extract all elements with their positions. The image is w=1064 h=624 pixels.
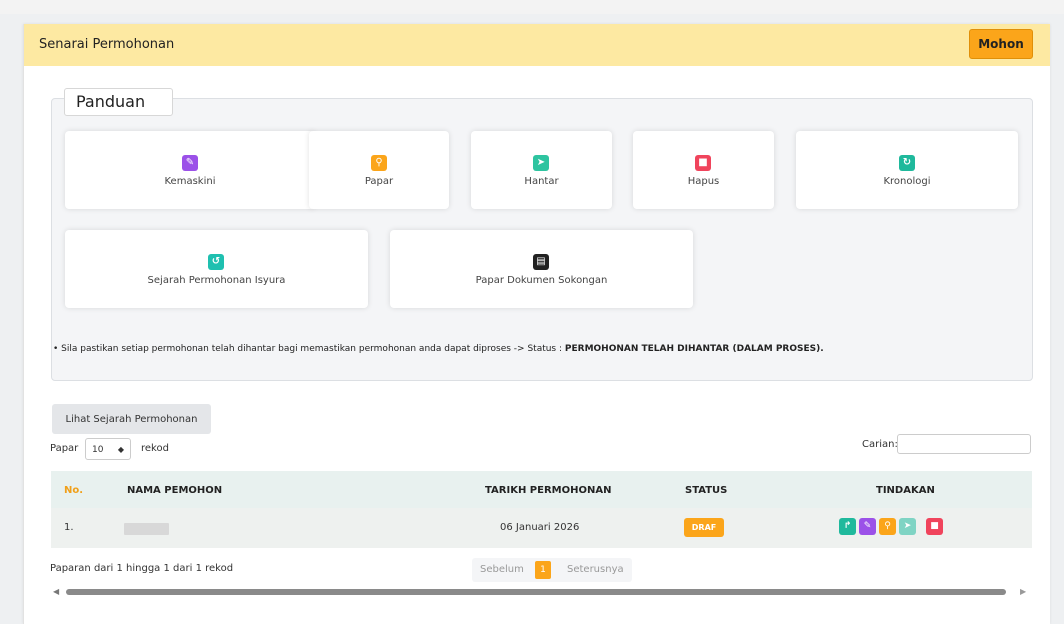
guide-item-label: Hapus	[687, 176, 720, 187]
guide-legend-label: Panduan	[76, 92, 146, 111]
pagination-previous[interactable]: Sebelum	[480, 564, 524, 575]
guide-item-label: Kronologi	[883, 176, 931, 187]
guide-item-history: ↺ Sejarah Permohonan Isyura	[65, 230, 368, 308]
scroll-left-icon[interactable]: ◀	[53, 587, 59, 596]
edit-action-icon[interactable]: ✎	[859, 518, 876, 535]
search-input[interactable]	[897, 434, 1031, 454]
search-icon: ⚲	[371, 155, 387, 171]
search-label: Carian:	[862, 439, 898, 450]
guide-item-delete: ■ Hapus	[633, 131, 774, 209]
document-icon: ▤	[533, 254, 549, 270]
guide-item-send: ➤ Hantar	[471, 131, 612, 209]
guide-item-label: Sejarah Permohonan Isyura	[147, 275, 286, 286]
guide-note-status: PERMOHONAN TELAH DIHANTAR (DALAM PROSES)…	[564, 344, 824, 354]
guide-item-chronology: ↻ Kronologi	[796, 131, 1018, 209]
guide-item-label: Kemaskini	[164, 176, 216, 187]
guide-item-edit: ✎ Kemaskini	[65, 131, 315, 209]
view-history-button[interactable]: Lihat Sejarah Permohonan	[52, 404, 211, 434]
guide-item-document: ▤ Papar Dokumen Sokongan	[390, 230, 693, 308]
length-value: 10	[92, 445, 104, 455]
applicant-name-redacted	[124, 523, 169, 535]
page-title: Senarai Permohonan	[39, 37, 175, 52]
status-badge: DRAF	[684, 518, 724, 537]
horizontal-scrollbar[interactable]: ◀ ▶	[50, 586, 1031, 597]
send-icon: ➤	[533, 155, 549, 171]
guide-note: • Sila pastikan setiap permohonan telah …	[53, 344, 824, 354]
table-row: 1. 06 Januari 2026 DRAF ↱ ✎ ⚲ ➤ ■	[51, 508, 1032, 548]
chevron-updown-icon: ◆	[117, 445, 124, 454]
scroll-right-icon[interactable]: ▶	[1020, 587, 1026, 596]
column-header-name[interactable]: NAMA PEMOHON	[127, 485, 222, 496]
guide-item-label: Papar	[364, 176, 394, 187]
card-header: Senarai Permohonan Mohon	[24, 24, 1050, 66]
table-info: Paparan dari 1 hingga 1 dari 1 rekod	[50, 563, 234, 574]
history-icon: ↺	[208, 254, 224, 270]
guide-item-label: Papar Dokumen Sokongan	[475, 275, 608, 286]
pagination-next[interactable]: Seterusnya	[567, 564, 624, 575]
send-action-icon[interactable]: ➤	[899, 518, 916, 535]
application-list-card: Senarai Permohonan Mohon Panduan ✎ Kemas…	[23, 24, 1050, 624]
view-action-icon[interactable]: ⚲	[879, 518, 896, 535]
chronology-action-icon[interactable]: ↱	[839, 518, 856, 535]
trash-icon: ■	[695, 155, 711, 171]
edit-icon: ✎	[182, 155, 198, 171]
column-header-no[interactable]: No.	[64, 485, 83, 496]
column-header-date[interactable]: TARIKH PERMOHONAN	[485, 485, 611, 496]
column-header-status[interactable]: STATUS	[685, 485, 727, 496]
guide-legend: Panduan	[64, 88, 173, 116]
application-date: 06 Januari 2026	[500, 522, 580, 533]
column-header-actions[interactable]: TINDAKAN	[876, 485, 935, 496]
length-select[interactable]: 10 ◆	[85, 438, 131, 460]
top-strip	[0, 0, 1064, 14]
pagination: Sebelum 1 Seterusnya	[472, 558, 632, 582]
table-header: No. NAMA PEMOHON TARIKH PERMOHONAN STATU…	[51, 471, 1032, 508]
delete-action-icon[interactable]: ■	[926, 518, 943, 535]
refresh-icon: ↻	[899, 155, 915, 171]
length-prefix: Papar	[50, 443, 79, 454]
guide-note-text: • Sila pastikan setiap permohonan telah …	[53, 344, 565, 354]
guide-item-view: ⚲ Papar	[309, 131, 449, 209]
scrollbar-thumb[interactable]	[66, 589, 1006, 595]
row-number: 1.	[64, 522, 74, 533]
apply-button[interactable]: Mohon	[969, 29, 1033, 59]
pagination-page-1[interactable]: 1	[535, 561, 551, 579]
guide-item-label: Hantar	[524, 176, 559, 187]
length-suffix: rekod	[141, 443, 169, 454]
